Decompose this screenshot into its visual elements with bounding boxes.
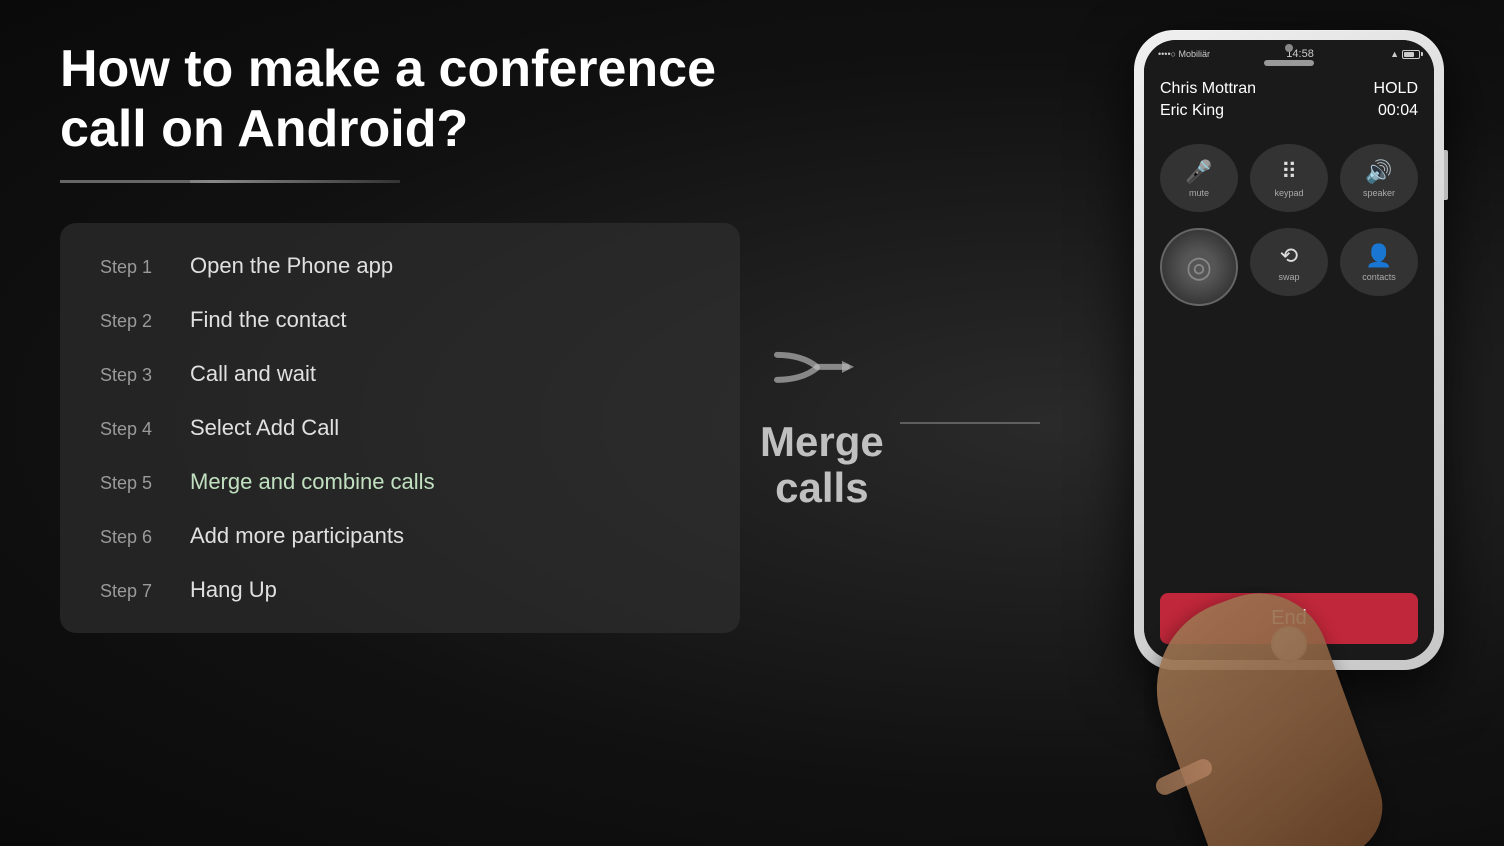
step-4-number: Step 4: [100, 419, 160, 440]
phone-buttons-area: 🎤 mute ⠿ keypad 🔊 speaker ◎: [1144, 130, 1434, 583]
contacts-button[interactable]: 👤 contacts: [1340, 228, 1418, 296]
button-row-1: 🎤 mute ⠿ keypad 🔊 speaker: [1160, 144, 1418, 212]
mute-icon: 🎤: [1185, 159, 1212, 185]
speaker-icon: 🔊: [1365, 159, 1392, 185]
mute-label: mute: [1189, 188, 1209, 198]
speaker-label: speaker: [1363, 188, 1395, 198]
step-5-number: Step 5: [100, 473, 160, 494]
contacts-icon: 👤: [1365, 243, 1392, 269]
merge-center: Merge calls: [760, 335, 884, 511]
button-row-2: ◎ ⟲ swap 👤 contacts: [1160, 228, 1418, 306]
add-call-button[interactable]: ◎: [1160, 228, 1238, 306]
step-1-row: Step 1 Open the Phone app: [100, 253, 700, 279]
step-1-number: Step 1: [100, 257, 160, 278]
merge-arrows-icon: [772, 335, 872, 411]
caller2-name: Eric King: [1160, 102, 1256, 120]
phone-speaker-grille: [1264, 60, 1314, 66]
keypad-button[interactable]: ⠿ keypad: [1250, 144, 1328, 212]
step-7-number: Step 7: [100, 581, 160, 602]
connector-line: [900, 422, 1040, 424]
left-panel: How to make a conference call on Android…: [60, 40, 760, 633]
phone-camera: [1285, 44, 1293, 52]
add-call-icon: ◎: [1186, 250, 1212, 285]
hold-badge: HOLD: [1374, 80, 1418, 98]
step-3-number: Step 3: [100, 365, 160, 386]
battery-icon: [1402, 50, 1420, 59]
keypad-icon: ⠿: [1281, 159, 1297, 185]
step-3-text: Call and wait: [190, 361, 316, 387]
signal-bars: ▲: [1390, 49, 1399, 59]
step-2-row: Step 2 Find the contact: [100, 307, 700, 333]
step-1-text: Open the Phone app: [190, 253, 393, 279]
page-title: How to make a conference call on Android…: [60, 40, 760, 160]
step-6-row: Step 6 Add more participants: [100, 523, 700, 549]
step-3-row: Step 3 Call and wait: [100, 361, 700, 387]
step-2-text: Find the contact: [190, 307, 347, 333]
phone-mockup: ••••○ Mobiliär 14:58 ▲ Chris Mottran Eri…: [1134, 30, 1444, 670]
step-4-row: Step 4 Select Add Call: [100, 415, 700, 441]
step-5-row: Step 5 Merge and combine calls: [100, 469, 700, 495]
step-6-number: Step 6: [100, 527, 160, 548]
step-7-text: Hang Up: [190, 577, 277, 603]
step-2-number: Step 2: [100, 311, 160, 332]
phone-side-button: [1444, 150, 1448, 200]
step-7-row: Step 7 Hang Up: [100, 577, 700, 603]
step-6-text: Add more participants: [190, 523, 404, 549]
contacts-label: contacts: [1362, 272, 1396, 282]
phone-screen: ••••○ Mobiliär 14:58 ▲ Chris Mottran Eri…: [1144, 40, 1434, 660]
phone-home-button: [1271, 626, 1307, 662]
call-timer: 00:04: [1378, 102, 1418, 120]
swap-label: swap: [1278, 272, 1299, 282]
battery-indicator: ▲: [1390, 49, 1420, 59]
caller-names: Chris Mottran Eric King: [1160, 80, 1256, 120]
phone-body: ••••○ Mobiliär 14:58 ▲ Chris Mottran Eri…: [1134, 30, 1444, 670]
swap-button[interactable]: ⟲ swap: [1250, 228, 1328, 296]
speaker-button[interactable]: 🔊 speaker: [1340, 144, 1418, 212]
caller1-name: Chris Mottran: [1160, 80, 1256, 98]
step-5-text: Merge and combine calls: [190, 469, 435, 495]
title-divider: [60, 180, 400, 183]
mute-button[interactable]: 🎤 mute: [1160, 144, 1238, 212]
step-4-text: Select Add Call: [190, 415, 339, 441]
call-status: HOLD 00:04: [1374, 80, 1418, 120]
swap-icon: ⟲: [1280, 243, 1298, 269]
steps-card: Step 1 Open the Phone app Step 2 Find th…: [60, 223, 740, 633]
call-info-section: Chris Mottran Eric King HOLD 00:04: [1144, 68, 1434, 130]
carrier-label: ••••○ Mobiliär: [1158, 49, 1210, 59]
merge-label: Merge calls: [760, 419, 884, 511]
keypad-label: keypad: [1274, 188, 1303, 198]
